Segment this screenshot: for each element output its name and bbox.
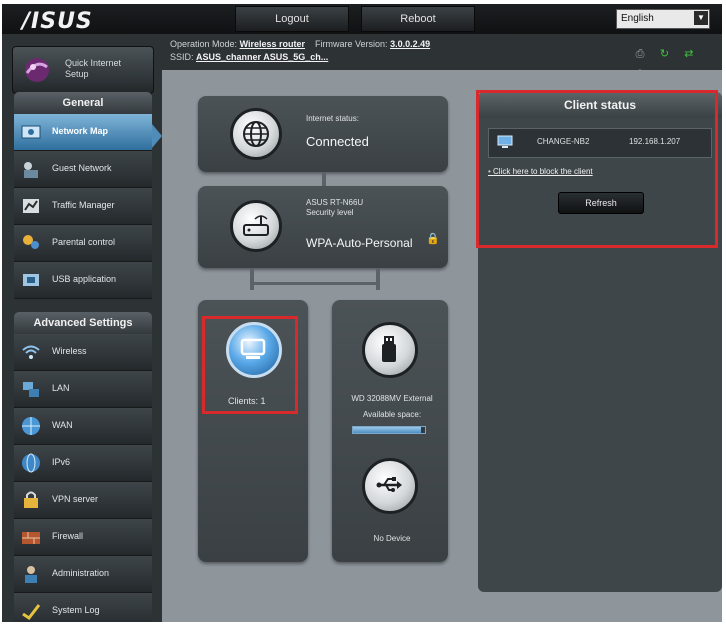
- available-space-bar: [352, 426, 426, 434]
- status-icons: ⎙ ↻ ⇄ ●: [632, 44, 722, 78]
- sidebar-item-label: VPN server: [52, 494, 99, 504]
- quick-setup-icon: [25, 58, 49, 82]
- usb-port-2-status: No Device: [373, 534, 411, 543]
- firmware-link[interactable]: 3.0.0.2.49: [390, 39, 430, 49]
- sidebar-item-traffic-manager[interactable]: Traffic Manager: [14, 188, 152, 225]
- internet-status-label: Internet status:: [306, 114, 359, 123]
- sidebar-item-vpn-server[interactable]: VPN server: [14, 482, 152, 519]
- security-level-value: WPA-Auto-Personal: [306, 236, 413, 250]
- network-map-icon: [21, 125, 41, 139]
- connector-line: [250, 282, 380, 285]
- sidebar-item-label: Wireless: [52, 346, 87, 356]
- sidebar-item-label: Firewall: [52, 531, 84, 541]
- administration-icon: [25, 566, 37, 583]
- asus-logo: /ISUS: [22, 9, 93, 34]
- firewall-icon: [22, 532, 40, 544]
- router-icon: [230, 200, 282, 252]
- wireless-icon: [22, 345, 40, 359]
- sidebar-item-guest-network[interactable]: Guest Network: [14, 151, 152, 188]
- traffic-manager-icon: [23, 199, 39, 213]
- sidebar-item-firewall[interactable]: Firewall: [14, 519, 152, 556]
- router-card[interactable]: ASUS RT-N66U Security level WPA-Auto-Per…: [198, 186, 448, 268]
- usb-port-icon: [362, 458, 418, 514]
- ssid-label: SSID:: [170, 52, 194, 62]
- lock-icon: 🔒: [426, 233, 440, 245]
- client-status-highlight-box: [476, 90, 718, 248]
- lan-icon: [23, 382, 39, 397]
- sidebar-item-label: LAN: [52, 383, 70, 393]
- vpn-server-icon: [24, 491, 38, 508]
- connector-line: [322, 172, 326, 186]
- refresh-status-icon[interactable]: ↻: [656, 46, 672, 62]
- wan-icon: [22, 417, 40, 435]
- sidebar-item-parental-control[interactable]: Parental control: [14, 225, 152, 262]
- usb-card[interactable]: WD 32088MV External Available space: No …: [332, 300, 448, 562]
- internet-status-value: Connected: [306, 134, 369, 149]
- sidebar-item-label: WAN: [52, 420, 73, 430]
- security-level-label: Security level: [306, 208, 354, 217]
- ssid-values: ASUS_channer ASUS_5G_ch...: [196, 52, 329, 62]
- usb-application-icon: [23, 274, 39, 286]
- router-model: ASUS RT-N66U: [306, 198, 364, 207]
- router-admin-window: /ISUS Logout Reboot English ▼ Operation …: [2, 4, 722, 622]
- sidebar-item-administration[interactable]: Administration: [14, 556, 152, 593]
- sidebar-item-label: Guest Network: [52, 163, 112, 173]
- logout-button[interactable]: Logout: [235, 6, 349, 32]
- sidebar-item-label: Administration: [52, 568, 110, 578]
- language-select[interactable]: English ▼: [616, 9, 710, 29]
- sidebar-item-usb-application[interactable]: USB application: [14, 262, 152, 299]
- language-value: English: [621, 13, 654, 24]
- sidebar-item-label: IPv6: [52, 457, 71, 467]
- quick-setup-label: Quick Internet Setup: [65, 58, 122, 79]
- reboot-button[interactable]: Reboot: [361, 6, 475, 32]
- sidebar-item-network-map[interactable]: Network Map: [14, 114, 152, 151]
- firmware-label: Firmware Version:: [315, 39, 388, 49]
- sidebar-item-wireless[interactable]: Wireless: [14, 334, 152, 371]
- available-space-label: Available space:: [362, 410, 422, 419]
- op-mode-link[interactable]: Wireless router: [240, 39, 305, 49]
- general-header: General: [14, 92, 152, 114]
- sidebar-item-lan[interactable]: LAN: [14, 371, 152, 408]
- sidebar-item-ipv6[interactable]: IPv6: [14, 445, 152, 482]
- chevron-down-icon: ▼: [694, 11, 708, 25]
- sidebar-item-system-log[interactable]: System Log: [14, 593, 152, 622]
- info-line: Operation Mode: Wireless router Firmware…: [170, 38, 430, 64]
- ipv6-icon: [22, 453, 40, 473]
- usb-device-name: WD 32088MV External: [351, 394, 433, 403]
- usb-drive-icon: [362, 322, 418, 378]
- sidebar-item-wan[interactable]: WAN: [14, 408, 152, 445]
- connector-line: [250, 268, 254, 290]
- globe-icon: [230, 108, 282, 160]
- top-bar: /ISUS Logout Reboot English ▼: [2, 4, 722, 34]
- quick-internet-setup-button[interactable]: Quick Internet Setup: [12, 46, 154, 94]
- sidebar-item-label: System Log: [52, 605, 100, 615]
- sidebar-item-label: Traffic Manager: [52, 200, 115, 210]
- advanced-settings-header: Advanced Settings: [14, 312, 152, 334]
- internet-status-card[interactable]: Internet status: Connected: [198, 96, 448, 172]
- guest-network-icon: [24, 162, 38, 178]
- connector-line: [376, 268, 380, 290]
- active-indicator: [152, 124, 162, 148]
- parental-control-icon: [23, 235, 39, 249]
- sidebar-item-label: Network Map: [52, 126, 109, 136]
- sidebar-item-label: Parental control: [52, 237, 116, 247]
- clients-highlight-box: [202, 316, 298, 414]
- usb-status-icon[interactable]: ⇄: [681, 46, 697, 62]
- printer-icon[interactable]: ⎙: [632, 46, 648, 62]
- op-mode-label: Operation Mode:: [170, 39, 238, 49]
- sidebar-item-label: USB application: [52, 274, 117, 284]
- available-space-fill: [353, 427, 422, 433]
- system-log-icon: [22, 604, 41, 621]
